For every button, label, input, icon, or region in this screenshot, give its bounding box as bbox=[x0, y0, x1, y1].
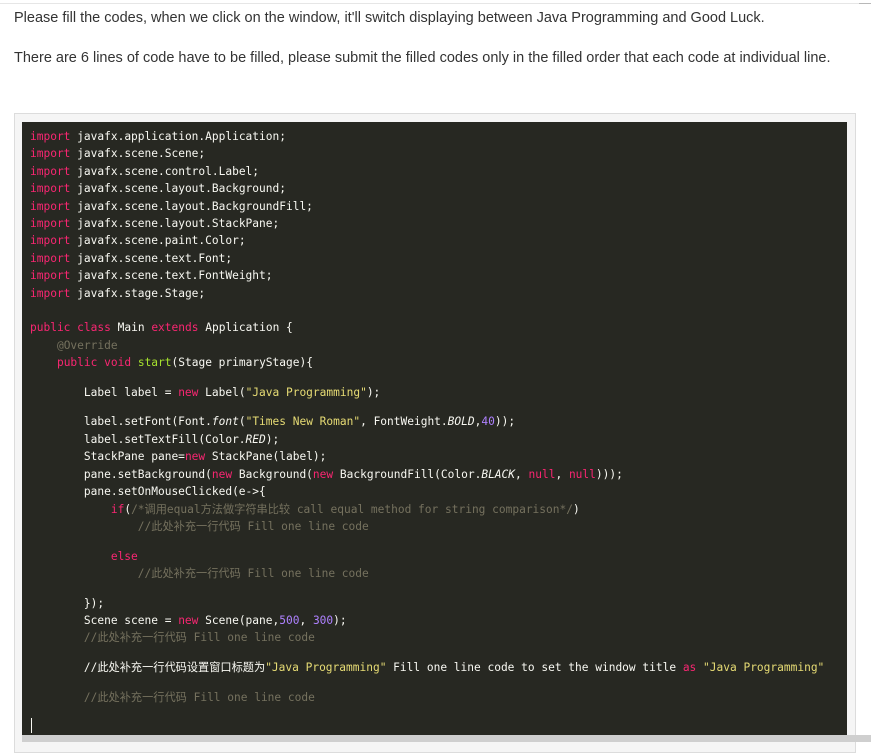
code-editor[interactable]: import javafx.application.Application; i… bbox=[22, 122, 847, 742]
code-line-class: public class Main extends Application { bbox=[30, 321, 293, 334]
code-line-fill-3: //此处补充一行代码 Fill one line code bbox=[83, 631, 315, 644]
code-line-onclick: pane.setOnMouseClicked(e->{ bbox=[83, 485, 266, 498]
code-line-import-7: import javafx.scene.paint.Color; bbox=[30, 234, 246, 247]
code-line-import-10: import javafx.stage.Stage; bbox=[30, 286, 206, 300]
code-line-import-6: import javafx.scene.layout.StackPane; bbox=[30, 217, 280, 230]
code-line-annotation: @Override bbox=[56, 338, 118, 352]
code-line-import-2: import javafx.scene.Scene; bbox=[30, 147, 206, 160]
code-line-import-4: import javafx.scene.layout.Background; bbox=[30, 182, 286, 195]
code-line-import-1: import javafx.application.Application; bbox=[30, 130, 286, 143]
code-line-label: Label label = new Label("Java Programmin… bbox=[83, 386, 381, 399]
code-line-if: if(/*调用equal方法做字符串比较 call equal method f… bbox=[110, 502, 580, 516]
code-line-fill-1: //此处补充一行代码 Fill one line code bbox=[137, 520, 369, 533]
code-line-scene: Scene scene = new Scene(pane,500, 300); bbox=[83, 614, 347, 627]
code-line-setfont: label.setFont(Font.font("Times New Roman… bbox=[83, 415, 516, 428]
code-line-import-8: import javafx.scene.text.Font; bbox=[30, 251, 233, 265]
code-line-settextfill: label.setTextFill(Color.RED); bbox=[83, 432, 280, 446]
code-line-import-5: import javafx.scene.layout.BackgroundFil… bbox=[30, 199, 313, 213]
code-line-fill-2: //此处补充一行代码 Fill one line code bbox=[137, 567, 369, 580]
code-line-import-9: import javafx.scene.text.FontWeight; bbox=[30, 269, 273, 282]
horizontal-scrollbar[interactable] bbox=[22, 735, 871, 742]
instruction-text-2: There are 6 lines of code have to be fil… bbox=[14, 50, 831, 66]
code-line-fill-4: //此处补充一行代码 Fill one line code bbox=[83, 691, 315, 704]
code-content: import javafx.application.Application; i… bbox=[30, 128, 824, 704]
code-line-setbackground: pane.setBackground(new Background(new Ba… bbox=[83, 467, 623, 481]
code-line-close-lambda: }); bbox=[83, 596, 105, 610]
code-line-start: public void start(Stage primaryStage){ bbox=[56, 356, 313, 369]
code-line-title-comment: //此处补充一行代码设置窗口标题为"Java Programming" Fill… bbox=[83, 661, 825, 674]
text-cursor bbox=[31, 718, 32, 733]
code-line-else: else bbox=[110, 549, 138, 563]
instruction-text-1: Please fill the codes, when we click on … bbox=[14, 10, 765, 26]
code-line-stackpane: StackPane pane=new StackPane(label); bbox=[83, 450, 327, 463]
code-line-import-3: import javafx.scene.control.Label; bbox=[30, 164, 260, 178]
